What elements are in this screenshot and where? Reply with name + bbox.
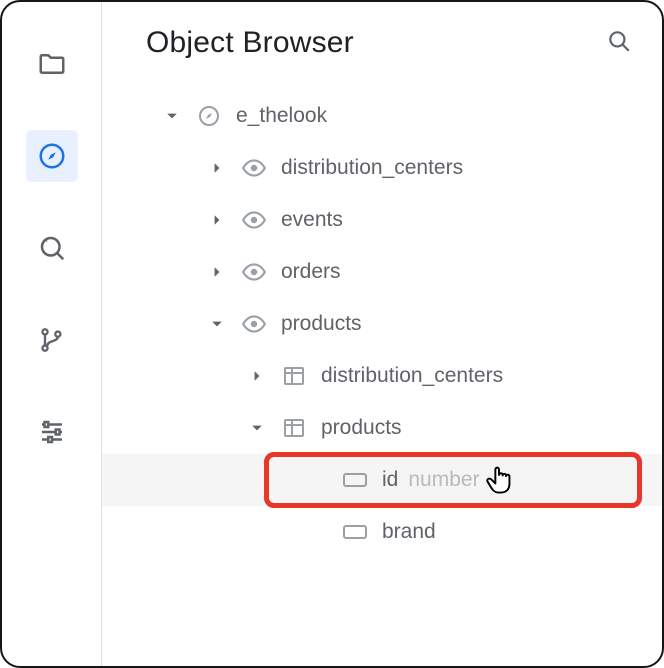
tree-node-field-id[interactable]: id number [102,454,662,506]
sliders-icon [37,417,67,447]
node-label: orders [281,260,341,284]
field-icon [342,519,368,545]
node-label: products [281,312,362,336]
git-branch-icon [38,326,66,354]
field-icon [342,467,368,493]
field-type: number [408,468,479,492]
left-rail [2,2,102,666]
caret-right-icon [207,162,227,174]
compass-outline-icon [196,103,222,129]
tree-node-view[interactable]: orders [102,246,662,298]
tree-node-table[interactable]: products [102,402,662,454]
search-icon [606,28,632,54]
caret-right-icon [207,266,227,278]
search-button[interactable] [606,28,632,59]
tree-node-table[interactable]: distribution_centers [102,350,662,402]
eye-icon [241,259,267,285]
panel-title: Object Browser [146,26,354,60]
panel-header: Object Browser [102,26,662,60]
tree-node-field-brand[interactable]: brand [102,506,662,558]
refresh-search-icon [37,233,67,263]
panel-content: Object Browser e_thelook [102,2,662,666]
node-label: products [321,416,402,440]
compass-icon [37,141,67,171]
caret-right-icon [247,370,267,382]
rail-settings-button[interactable] [26,406,78,458]
node-label: distribution_centers [321,364,503,388]
rail-git-button[interactable] [26,314,78,366]
caret-down-icon [247,422,267,434]
tree-node-view[interactable]: distribution_centers [102,142,662,194]
caret-right-icon [207,214,227,226]
node-label: events [281,208,343,232]
rail-history-button[interactable] [26,222,78,274]
hand-cursor-icon [484,464,514,504]
table-icon [281,415,307,441]
field-name: brand [382,520,436,544]
tree-node-view[interactable]: products [102,298,662,350]
rail-folder-button[interactable] [26,38,78,90]
eye-icon [241,155,267,181]
eye-icon [241,207,267,233]
caret-down-icon [162,110,182,122]
app-frame: Object Browser e_thelook [0,0,664,668]
field-name: id [382,468,398,492]
caret-down-icon [207,318,227,330]
rail-object-browser-button[interactable] [26,130,78,182]
node-label: e_thelook [236,104,327,128]
eye-icon [241,311,267,337]
node-label: distribution_centers [281,156,463,180]
folder-icon [37,49,67,79]
tree-node-project[interactable]: e_thelook [102,90,662,142]
tree: e_thelook distribution_centers [102,90,662,558]
table-icon [281,363,307,389]
tree-node-view[interactable]: events [102,194,662,246]
